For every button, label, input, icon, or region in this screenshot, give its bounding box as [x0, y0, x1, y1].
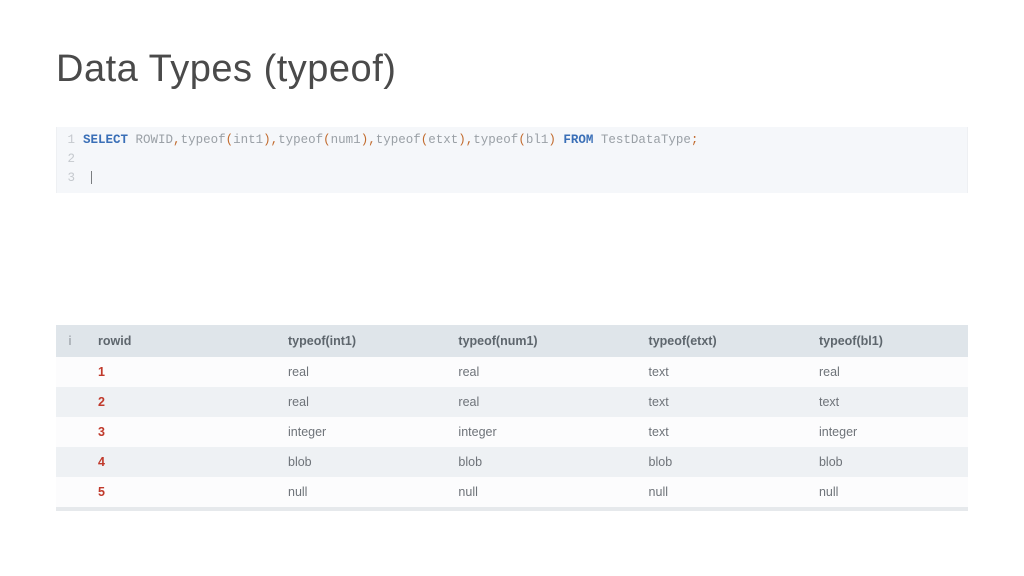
line-number: 3	[57, 169, 83, 188]
line-number: 2	[57, 150, 83, 169]
cell-idx	[56, 447, 84, 477]
cell-value: blob	[274, 447, 444, 477]
code-line-2: 2	[57, 150, 967, 169]
table-row: 4 blob blob blob blob	[56, 447, 968, 477]
text-cursor-icon	[91, 171, 92, 184]
sql-query-text: SELECT ROWID,typeof(int1),typeof(num1),t…	[83, 131, 698, 150]
cell-idx	[56, 357, 84, 387]
col-index: i	[56, 325, 84, 357]
cell-value: integer	[274, 417, 444, 447]
col-typeof-bl1: typeof(bl1)	[805, 325, 968, 357]
header-row: i rowid typeof(int1) typeof(num1) typeof…	[56, 325, 968, 357]
code-line-1: 1 SELECT ROWID,typeof(int1),typeof(num1)…	[57, 131, 967, 150]
cell-value: real	[444, 357, 634, 387]
results-header: i rowid typeof(int1) typeof(num1) typeof…	[56, 325, 968, 357]
cell-value: integer	[805, 417, 968, 447]
col-typeof-int1: typeof(int1)	[274, 325, 444, 357]
cell-idx	[56, 417, 84, 447]
cell-rowid: 3	[84, 417, 274, 447]
cell-rowid: 5	[84, 477, 274, 507]
cell-value: text	[635, 387, 805, 417]
results-table: i rowid typeof(int1) typeof(num1) typeof…	[56, 325, 968, 507]
cell-value: null	[274, 477, 444, 507]
cell-value: blob	[444, 447, 634, 477]
table-footer-divider	[56, 507, 968, 511]
table-row: 2 real real text text	[56, 387, 968, 417]
cell-idx	[56, 477, 84, 507]
table-row: 5 null null null null	[56, 477, 968, 507]
cursor-line	[83, 169, 92, 188]
results-body: 1 real real text real 2 real real text t…	[56, 357, 968, 507]
cell-value: text	[635, 417, 805, 447]
cell-value: real	[805, 357, 968, 387]
col-typeof-etxt: typeof(etxt)	[635, 325, 805, 357]
empty-line	[83, 150, 91, 169]
cell-value: null	[805, 477, 968, 507]
cell-value: real	[444, 387, 634, 417]
table-row: 1 real real text real	[56, 357, 968, 387]
cell-value: null	[444, 477, 634, 507]
cell-value: real	[274, 357, 444, 387]
cell-value: blob	[805, 447, 968, 477]
cell-idx	[56, 387, 84, 417]
slide: Data Types (typeof) 1 SELECT ROWID,typeo…	[0, 0, 1024, 576]
cell-rowid: 2	[84, 387, 274, 417]
cell-rowid: 4	[84, 447, 274, 477]
cell-value: text	[805, 387, 968, 417]
col-rowid: rowid	[84, 325, 274, 357]
code-line-3: 3	[57, 169, 967, 188]
cell-value: null	[635, 477, 805, 507]
sql-editor[interactable]: 1 SELECT ROWID,typeof(int1),typeof(num1)…	[56, 127, 968, 193]
col-typeof-num1: typeof(num1)	[444, 325, 634, 357]
spacer	[56, 193, 968, 325]
cell-value: real	[274, 387, 444, 417]
cell-value: text	[635, 357, 805, 387]
table-row: 3 integer integer text integer	[56, 417, 968, 447]
slide-title: Data Types (typeof)	[56, 48, 968, 91]
cell-value: blob	[635, 447, 805, 477]
cell-value: integer	[444, 417, 634, 447]
cell-rowid: 1	[84, 357, 274, 387]
line-number: 1	[57, 131, 83, 150]
